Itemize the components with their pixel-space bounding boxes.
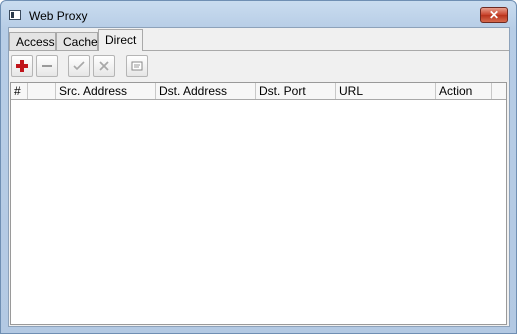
remove-button[interactable] xyxy=(36,55,58,77)
web-proxy-window: Web Proxy ✕ Access Cache Direct # Src. A… xyxy=(0,0,517,334)
column-header-dst-port[interactable]: Dst. Port xyxy=(256,83,336,99)
window-icon xyxy=(9,10,21,20)
comment-button[interactable] xyxy=(126,55,148,77)
table-body xyxy=(11,100,506,324)
tab-direct[interactable]: Direct xyxy=(98,29,143,51)
check-icon xyxy=(73,61,85,71)
column-header-flags[interactable] xyxy=(28,83,56,99)
column-header-extra[interactable] xyxy=(492,83,506,99)
plus-icon xyxy=(16,60,28,72)
tab-cache[interactable]: Cache xyxy=(56,32,98,50)
column-header-action[interactable]: Action xyxy=(436,83,492,99)
disable-button[interactable] xyxy=(93,55,115,77)
column-header-number[interactable]: # xyxy=(11,83,28,99)
enable-button[interactable] xyxy=(68,55,90,77)
column-header-src-address[interactable]: Src. Address xyxy=(56,83,156,99)
window-content: Access Cache Direct # Src. Address Dst. … xyxy=(8,27,510,327)
close-button[interactable]: ✕ xyxy=(480,7,508,23)
title-bar[interactable]: Web Proxy ✕ xyxy=(1,1,516,29)
toolbar xyxy=(9,50,509,83)
window-title: Web Proxy xyxy=(29,9,88,23)
minus-icon xyxy=(42,65,52,67)
note-icon xyxy=(131,61,143,71)
rules-table[interactable]: # Src. Address Dst. Address Dst. Port UR… xyxy=(10,82,507,325)
column-header-dst-address[interactable]: Dst. Address xyxy=(156,83,256,99)
add-button[interactable] xyxy=(11,55,33,77)
column-header-url[interactable]: URL xyxy=(336,83,436,99)
tab-access[interactable]: Access xyxy=(9,32,56,50)
table-header: # Src. Address Dst. Address Dst. Port UR… xyxy=(11,83,506,100)
tab-bar: Access Cache Direct xyxy=(9,28,509,51)
x-icon xyxy=(99,61,109,71)
